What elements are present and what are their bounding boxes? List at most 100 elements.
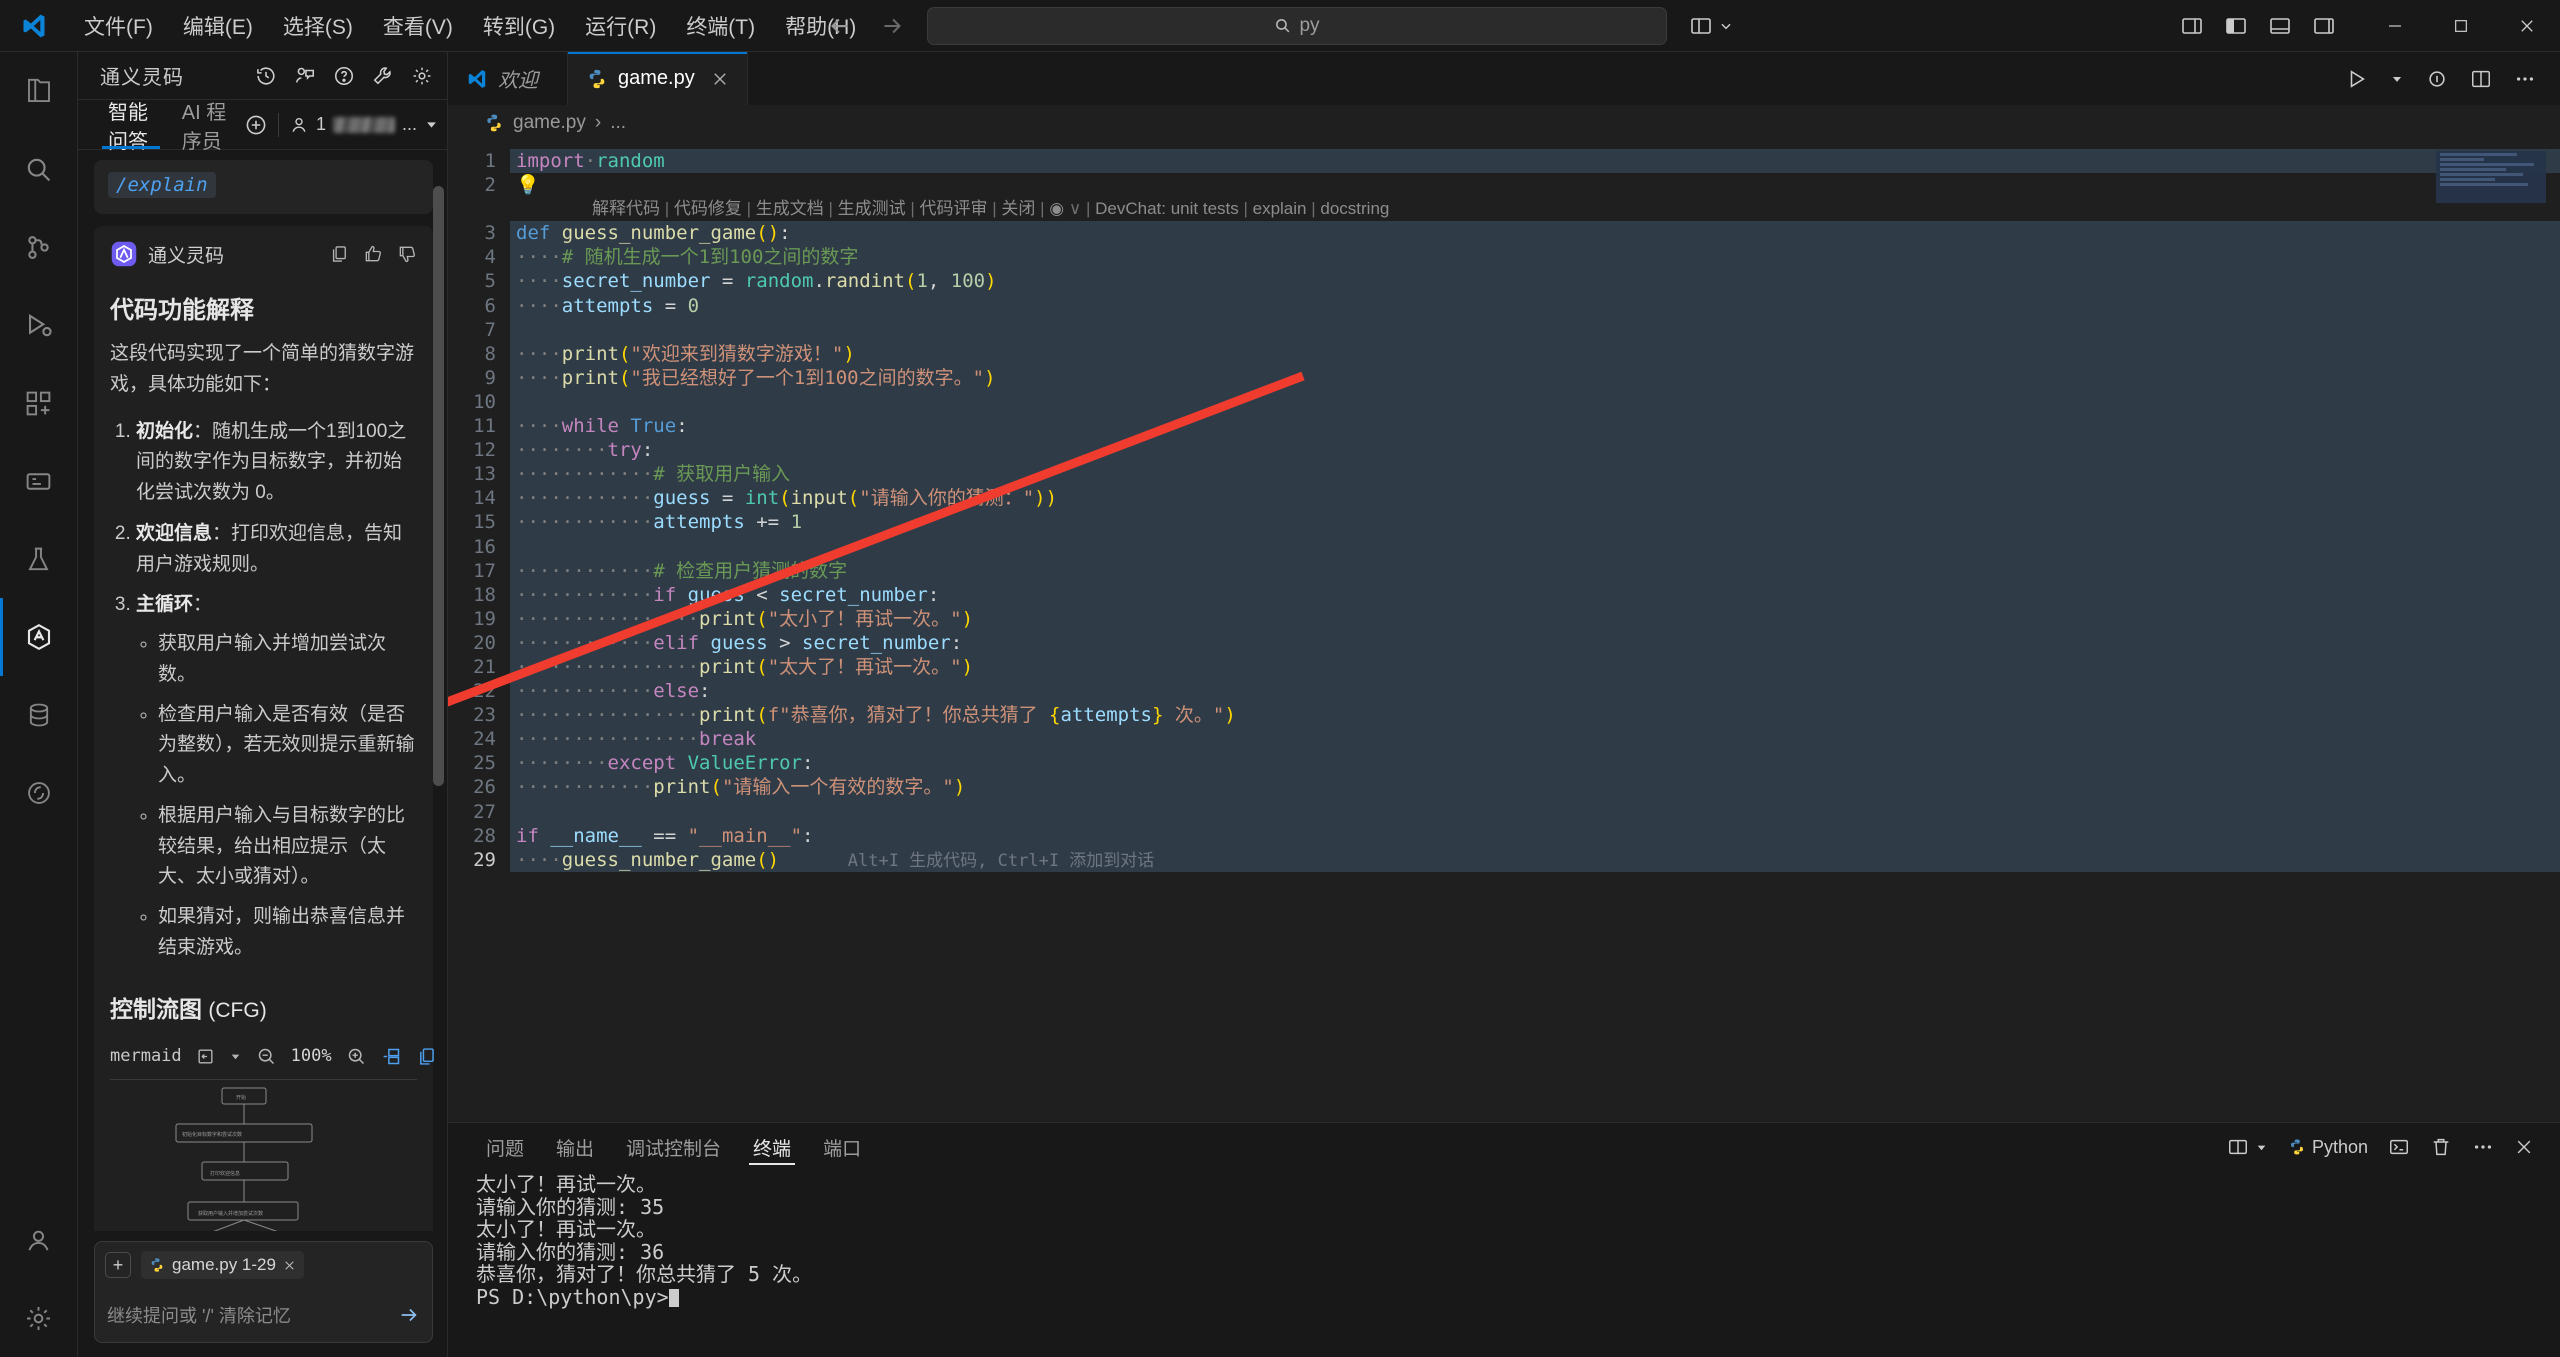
chevron-down-icon[interactable] xyxy=(1719,19,1733,33)
code-line[interactable]: ············guess = int(input("请输入你的猜测："… xyxy=(510,486,2560,511)
code-line[interactable]: ················print(f"恭喜你，猜对了！你总共猜了 {a… xyxy=(510,703,2560,728)
code-line[interactable] xyxy=(510,317,2560,342)
activity-item-devchat[interactable] xyxy=(0,754,78,832)
mermaid-diagram[interactable]: 开始 初始化目标数字和尝试次数 打印欢迎信息 获取用户输入并增加尝试次数 输入是… xyxy=(110,1080,417,1231)
code-line[interactable] xyxy=(510,534,2560,559)
chevron-down-icon[interactable] xyxy=(229,1050,242,1063)
run-debug-icon[interactable] xyxy=(2426,68,2448,90)
code-line[interactable]: ················print("太小了！再试一次。") xyxy=(510,606,2560,631)
thumbs-up-icon[interactable] xyxy=(363,244,383,264)
wrench-icon[interactable] xyxy=(372,65,394,87)
code-line[interactable]: ············elif guess > secret_number: xyxy=(510,630,2560,655)
editor-tab-game-py[interactable]: game.py xyxy=(568,52,748,105)
command-center-search[interactable]: py xyxy=(927,6,1667,45)
terminal-output[interactable]: 太小了！再试一次。 请输入你的猜测: 35 太小了！再试一次。 请输入你的猜测:… xyxy=(448,1171,2560,1357)
menu-selection[interactable]: 选择(S) xyxy=(269,7,367,45)
code-line[interactable]: ····print("我已经想好了一个1到100之间的数字。") xyxy=(510,365,2560,390)
codelens-devchat-explain[interactable]: explain xyxy=(1253,199,1307,218)
preview-toggle-icon[interactable] xyxy=(196,1047,215,1066)
activity-item-database[interactable] xyxy=(0,676,78,754)
arrow-left-icon[interactable] xyxy=(827,13,853,39)
chevron-down-icon[interactable] xyxy=(424,117,439,132)
panel-tab-output[interactable]: 输出 xyxy=(540,1123,610,1171)
thumbs-down-icon[interactable] xyxy=(397,244,417,264)
menu-terminal[interactable]: 终端(T) xyxy=(672,7,769,45)
customize-layout-icon[interactable] xyxy=(2312,14,2336,38)
codelens-fix[interactable]: 代码修复 xyxy=(674,199,742,218)
new-terminal-icon[interactable] xyxy=(2388,1136,2410,1158)
menu-go[interactable]: 转到(G) xyxy=(469,7,569,45)
fit-view-icon[interactable] xyxy=(381,1046,402,1067)
toggle-secondary-sidebar-icon[interactable] xyxy=(2268,14,2292,38)
arrow-right-icon[interactable] xyxy=(879,13,905,39)
editor-layout-control[interactable] xyxy=(1689,14,1733,38)
menu-file[interactable]: 文件(F) xyxy=(70,7,167,45)
code-line[interactable]: ············else: xyxy=(510,679,2560,704)
close-button[interactable] xyxy=(2494,0,2560,52)
minimize-button[interactable] xyxy=(2362,0,2428,52)
code-line[interactable]: ····guess_number_game() Alt+I 生成代码, Ctrl… xyxy=(510,847,2560,872)
panel-tab-ports[interactable]: 端口 xyxy=(807,1123,877,1171)
code-line[interactable]: ····# 随机生成一个1到100之间的数字 xyxy=(510,245,2560,270)
code-line[interactable]: ····secret_number = random.randint(1, 10… xyxy=(510,269,2560,294)
code-line[interactable]: ········except ValueError: xyxy=(510,751,2560,776)
activity-item-remote-explorer[interactable] xyxy=(0,442,78,520)
history-icon[interactable] xyxy=(255,65,277,87)
activity-item-tongyi-lingma[interactable] xyxy=(0,598,78,676)
code-line[interactable]: ················break xyxy=(510,727,2560,752)
split-editor-icon[interactable] xyxy=(2470,68,2492,90)
codelens-devchat-docstring[interactable]: docstring xyxy=(1320,199,1389,218)
maximize-button[interactable] xyxy=(2428,0,2494,52)
activity-item-run-debug[interactable] xyxy=(0,286,78,364)
terminal-shell-label[interactable]: Python xyxy=(2288,1137,2368,1158)
devchat-icon[interactable]: ◉ xyxy=(1049,199,1064,218)
activity-item-accounts[interactable] xyxy=(0,1201,78,1279)
sidebar-tab-ai-programmer[interactable]: AI 程序员 xyxy=(168,100,244,153)
context-chip-file[interactable]: game.py 1-29 xyxy=(141,1251,304,1279)
send-icon[interactable] xyxy=(398,1304,420,1326)
menu-edit[interactable]: 编辑(E) xyxy=(169,7,267,45)
lightbulb-icon[interactable]: 💡 xyxy=(516,174,540,196)
code-line[interactable]: if __name__ == "__main__": xyxy=(510,823,2560,848)
breadcrumb-more[interactable]: ... xyxy=(610,112,626,134)
code-editor[interactable]: 1 2 3 4 5 6 7 8 9 10 11 12 13 14 15 16 1… xyxy=(448,141,2560,1122)
code-line[interactable]: ············# 获取用户输入 xyxy=(510,462,2560,487)
zoom-out-icon[interactable] xyxy=(256,1046,277,1067)
codelens-close[interactable]: 关闭 xyxy=(1001,199,1035,218)
chat-input-row[interactable]: 继续提问或 '/' 清除记忆 xyxy=(94,1288,433,1343)
run-icon[interactable] xyxy=(2346,68,2368,90)
chevron-down-icon[interactable] xyxy=(2255,1141,2268,1154)
activity-item-extensions[interactable] xyxy=(0,364,78,442)
code-line[interactable]: ················print("太大了！再试一次。") xyxy=(510,654,2560,680)
activity-item-testing[interactable] xyxy=(0,520,78,598)
editor-minimap[interactable] xyxy=(2436,151,2546,203)
panel-tab-terminal[interactable]: 终端 xyxy=(737,1123,807,1171)
code-line[interactable]: ············attempts += 1 xyxy=(510,510,2560,535)
plus-circle-icon[interactable] xyxy=(244,113,268,137)
toggle-primary-sidebar-icon[interactable] xyxy=(2180,14,2204,38)
toggle-panel-icon[interactable] xyxy=(2224,14,2248,38)
code-line[interactable]: import·random xyxy=(510,149,2560,174)
close-icon[interactable] xyxy=(2514,1137,2534,1157)
code-line[interactable]: ············print("请输入一个有效的数字。") xyxy=(510,775,2560,800)
editor-scrollbar[interactable] xyxy=(2538,141,2560,1122)
code-lines[interactable]: import·random 💡 解释代码 | 代码修复 | 生成文档 | 生成测… xyxy=(510,141,2560,1122)
codelens-review[interactable]: 代码评审 xyxy=(920,199,988,218)
trash-icon[interactable] xyxy=(2430,1136,2452,1158)
editor-tab-welcome[interactable]: 欢迎 xyxy=(448,52,568,105)
activity-item-search[interactable] xyxy=(0,130,78,208)
codelens-tests[interactable]: 生成测试 xyxy=(838,199,906,218)
breadcrumb-file[interactable]: game.py xyxy=(513,112,586,134)
codelens-explain[interactable]: 解释代码 xyxy=(592,199,660,218)
codelens-devchat-unit-tests[interactable]: DevChat: unit tests xyxy=(1095,199,1239,218)
share-feedback-icon[interactable] xyxy=(294,65,316,87)
code-line[interactable]: def guess_number_game(): xyxy=(510,221,2560,246)
code-line[interactable]: ············if guess < secret_number: xyxy=(510,582,2560,607)
copy-icon[interactable] xyxy=(416,1046,437,1067)
activity-item-source-control[interactable] xyxy=(0,208,78,286)
code-line[interactable]: ····while True: xyxy=(510,414,2560,439)
code-line[interactable]: ····print("欢迎来到猜数字游戏！") xyxy=(510,341,2560,366)
menu-view[interactable]: 查看(V) xyxy=(369,7,467,45)
codelens-docs[interactable]: 生成文档 xyxy=(756,199,824,218)
panel-tab-debug-console[interactable]: 调试控制台 xyxy=(610,1123,737,1171)
